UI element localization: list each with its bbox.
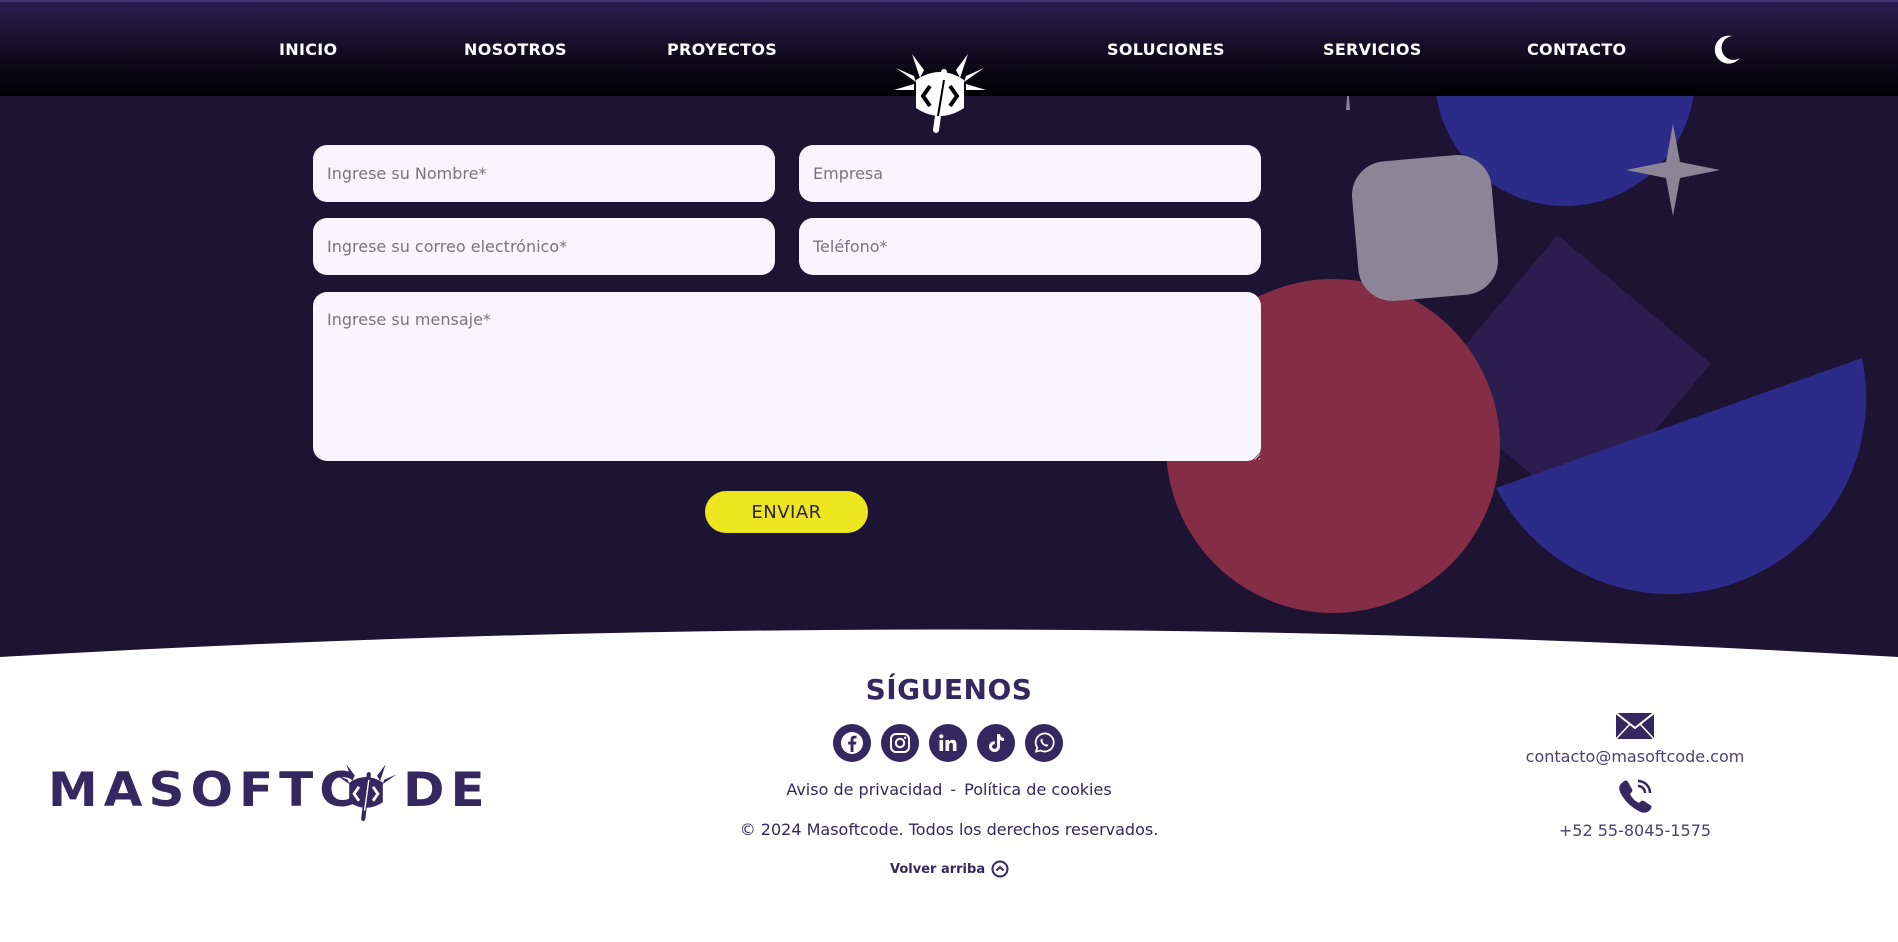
nav-link-inicio[interactable]: INICIO <box>279 40 337 59</box>
nav-link-nosotros[interactable]: NOSOTROS <box>464 40 567 59</box>
contact-info: contacto@masoftcode.com +52 55-8045-1575 <box>1500 712 1770 840</box>
instagram-icon[interactable] <box>881 724 919 762</box>
nav-link-contacto[interactable]: CONTACTO <box>1527 40 1626 59</box>
cookies-link[interactable]: Política de cookies <box>964 780 1112 799</box>
phone-icon <box>1619 779 1652 813</box>
name-input[interactable] <box>313 145 775 202</box>
email-input[interactable] <box>313 218 775 275</box>
nav-link-proyectos[interactable]: PROYECTOS <box>667 40 777 59</box>
contact-phone[interactable]: +52 55-8045-1575 <box>1500 821 1770 840</box>
axolotl-code-logo-icon[interactable] <box>890 50 990 134</box>
footer-wave-divider <box>0 629 1898 662</box>
privacy-link[interactable]: Aviso de privacidad <box>786 780 942 799</box>
linkedin-icon[interactable] <box>929 724 967 762</box>
social-links <box>833 724 1063 762</box>
message-textarea[interactable] <box>313 292 1261 461</box>
envelope-icon <box>1615 712 1655 740</box>
send-button[interactable]: ENVIAR <box>705 491 868 533</box>
back-to-top-link[interactable]: Volver arriba <box>890 860 1009 878</box>
chevron-up-circle-icon <box>991 860 1009 878</box>
gray-square-shape <box>1351 154 1499 302</box>
nav-link-servicios[interactable]: SERVICIOS <box>1323 40 1422 59</box>
company-input[interactable] <box>799 145 1261 202</box>
tiktok-icon[interactable] <box>977 724 1015 762</box>
facebook-icon[interactable] <box>833 724 871 762</box>
back-to-top-label: Volver arriba <box>890 861 986 877</box>
contact-email[interactable]: contacto@masoftcode.com <box>1500 747 1770 766</box>
whatsapp-icon[interactable] <box>1025 724 1063 762</box>
phone-input[interactable] <box>799 218 1261 275</box>
site-footer: MASOFTC DE SÍGUENOS Aviso de privacidad … <box>0 660 1898 942</box>
contact-section: ENVIAR <box>0 96 1898 696</box>
legal-separator: - <box>950 780 957 799</box>
follow-us-heading: SÍGUENOS <box>865 673 1033 706</box>
moon-icon[interactable] <box>1712 34 1742 66</box>
nav-link-soluciones[interactable]: SOLUCIONES <box>1107 40 1225 59</box>
